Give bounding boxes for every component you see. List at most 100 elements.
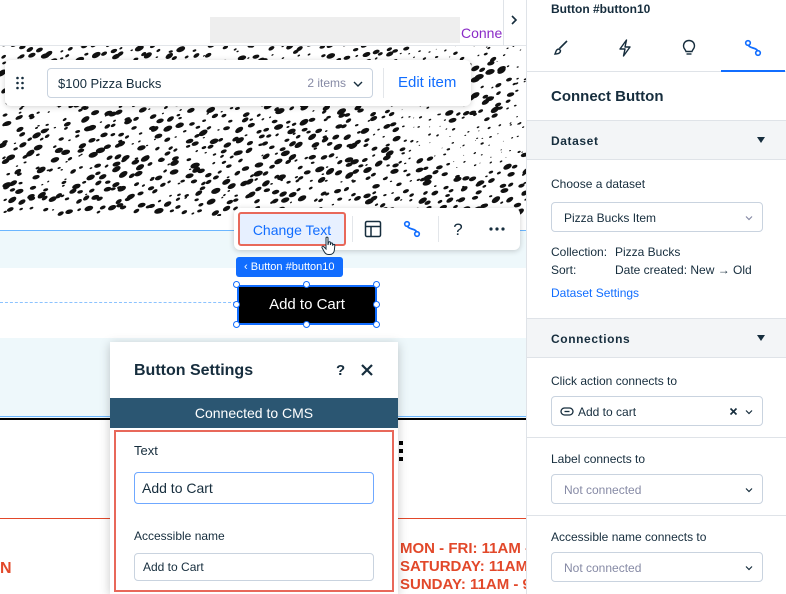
halftone-dot bbox=[256, 113, 261, 117]
resize-handle[interactable] bbox=[233, 301, 240, 308]
halftone-dot bbox=[61, 180, 67, 185]
halftone-dot bbox=[234, 170, 241, 176]
halftone-dot bbox=[436, 134, 439, 137]
halftone-dot bbox=[401, 109, 403, 111]
halftone-dot bbox=[345, 118, 352, 123]
halftone-dot bbox=[464, 134, 467, 136]
repeater-item-select[interactable]: $100 Pizza Bucks 2 items bbox=[47, 68, 373, 98]
halftone-dot bbox=[307, 53, 311, 56]
halftone-dot bbox=[354, 195, 361, 201]
tab-connect-data[interactable] bbox=[721, 28, 785, 72]
halftone-dot bbox=[386, 47, 393, 52]
halftone-dot bbox=[473, 152, 477, 155]
close-icon[interactable] bbox=[359, 362, 375, 378]
halftone-dot bbox=[220, 154, 224, 158]
tab-accessibility[interactable] bbox=[657, 28, 721, 72]
more-vertical-icon[interactable] bbox=[398, 440, 404, 462]
click-action-dropdown[interactable]: Add to cart bbox=[551, 396, 763, 426]
halftone-dot bbox=[207, 144, 214, 149]
halftone-dot bbox=[306, 130, 311, 134]
resize-handle[interactable] bbox=[303, 281, 310, 288]
resize-handle[interactable] bbox=[233, 281, 240, 288]
chevron-down-icon bbox=[745, 488, 753, 493]
help-button[interactable]: ? bbox=[336, 362, 345, 379]
connect-link[interactable]: Conne bbox=[461, 25, 502, 41]
halftone-dot bbox=[217, 170, 222, 174]
halftone-dot bbox=[274, 152, 278, 155]
halftone-dot bbox=[39, 137, 44, 141]
halftone-dot bbox=[36, 166, 46, 174]
dataset-section-header[interactable]: Dataset bbox=[527, 120, 786, 160]
connected-cms-banner: Connected to CMS bbox=[110, 398, 398, 428]
halftone-dot bbox=[83, 195, 90, 201]
resize-handle[interactable] bbox=[233, 321, 240, 328]
more-icon[interactable] bbox=[487, 219, 507, 239]
resize-handle[interactable] bbox=[373, 301, 380, 308]
halftone-dot bbox=[6, 207, 14, 212]
halftone-dot bbox=[418, 50, 421, 53]
halftone-dot bbox=[446, 162, 451, 166]
halftone-dot bbox=[262, 171, 269, 176]
halftone-dot bbox=[471, 65, 480, 72]
connect-data-icon[interactable] bbox=[402, 219, 422, 239]
halftone-dot bbox=[502, 54, 506, 57]
halftone-dot bbox=[418, 116, 423, 119]
halftone-dot bbox=[108, 204, 117, 211]
halftone-dot bbox=[360, 127, 370, 134]
halftone-dot bbox=[185, 144, 191, 148]
label-connects-dropdown[interactable]: Not connected bbox=[551, 474, 763, 504]
add-to-cart-button[interactable]: Add to Cart bbox=[237, 285, 377, 325]
halftone-dot bbox=[401, 125, 405, 128]
halftone-dot bbox=[57, 166, 61, 169]
halftone-dot bbox=[462, 111, 470, 116]
halftone-dot bbox=[88, 137, 96, 143]
resize-handle[interactable] bbox=[373, 281, 380, 288]
halftone-dot bbox=[104, 124, 111, 129]
edit-item-button[interactable]: Edit item bbox=[398, 74, 456, 91]
chevron-right-icon[interactable] bbox=[507, 10, 521, 30]
dataset-settings-link[interactable]: Dataset Settings bbox=[551, 286, 639, 300]
connections-section-header[interactable]: Connections bbox=[527, 318, 786, 358]
resize-handle[interactable] bbox=[303, 321, 310, 328]
halftone-dot bbox=[48, 168, 53, 172]
clear-icon[interactable] bbox=[729, 407, 738, 416]
halftone-dot bbox=[207, 46, 215, 48]
halftone-dot bbox=[497, 133, 499, 135]
halftone-dot bbox=[19, 207, 23, 211]
tab-interactions[interactable] bbox=[593, 28, 657, 72]
halftone-dot bbox=[233, 48, 237, 51]
halftone-dot bbox=[84, 52, 89, 56]
halftone-dot bbox=[47, 111, 50, 113]
dataset-value: Pizza Bucks Item bbox=[564, 211, 657, 225]
halftone-dot bbox=[176, 113, 181, 117]
drag-handle-icon[interactable] bbox=[15, 75, 25, 91]
halftone-dot bbox=[275, 133, 279, 137]
help-icon[interactable]: ? bbox=[448, 219, 468, 239]
halftone-dot bbox=[62, 118, 67, 122]
dataset-dropdown[interactable]: Pizza Bucks Item bbox=[551, 202, 763, 232]
halftone-dot bbox=[457, 197, 466, 203]
editor-canvas[interactable]: Conne $100 Pizza Bucks 2 items Edit item… bbox=[0, 0, 526, 594]
halftone-dot bbox=[163, 169, 167, 173]
halftone-dot bbox=[75, 130, 81, 134]
halftone-dot bbox=[496, 60, 498, 62]
halftone-dot bbox=[410, 139, 414, 143]
halftone-dot bbox=[184, 55, 189, 59]
resize-handle[interactable] bbox=[373, 321, 380, 328]
button-settings-panel: Button Settings ? Connected to CMS Text … bbox=[110, 342, 398, 594]
halftone-dot bbox=[423, 191, 428, 195]
button-text-input[interactable]: Add to Cart bbox=[134, 472, 374, 504]
halftone-dot bbox=[392, 163, 399, 168]
halftone-dot bbox=[263, 127, 270, 132]
halftone-dot bbox=[403, 46, 410, 51]
accessible-name-connects-dropdown[interactable]: Not connected bbox=[551, 552, 763, 582]
opening-hours: MON - FRI: 11AM - SATURDAY: 11AM - SUNDA… bbox=[400, 540, 526, 594]
halftone-dot bbox=[443, 153, 447, 156]
halftone-dot bbox=[460, 147, 462, 149]
accessible-name-input[interactable]: Add to Cart bbox=[134, 553, 374, 581]
halftone-dot bbox=[392, 127, 400, 133]
tab-design[interactable] bbox=[529, 28, 593, 72]
halftone-dot bbox=[169, 169, 179, 175]
layout-icon[interactable] bbox=[363, 219, 383, 239]
halftone-dot bbox=[301, 127, 308, 132]
